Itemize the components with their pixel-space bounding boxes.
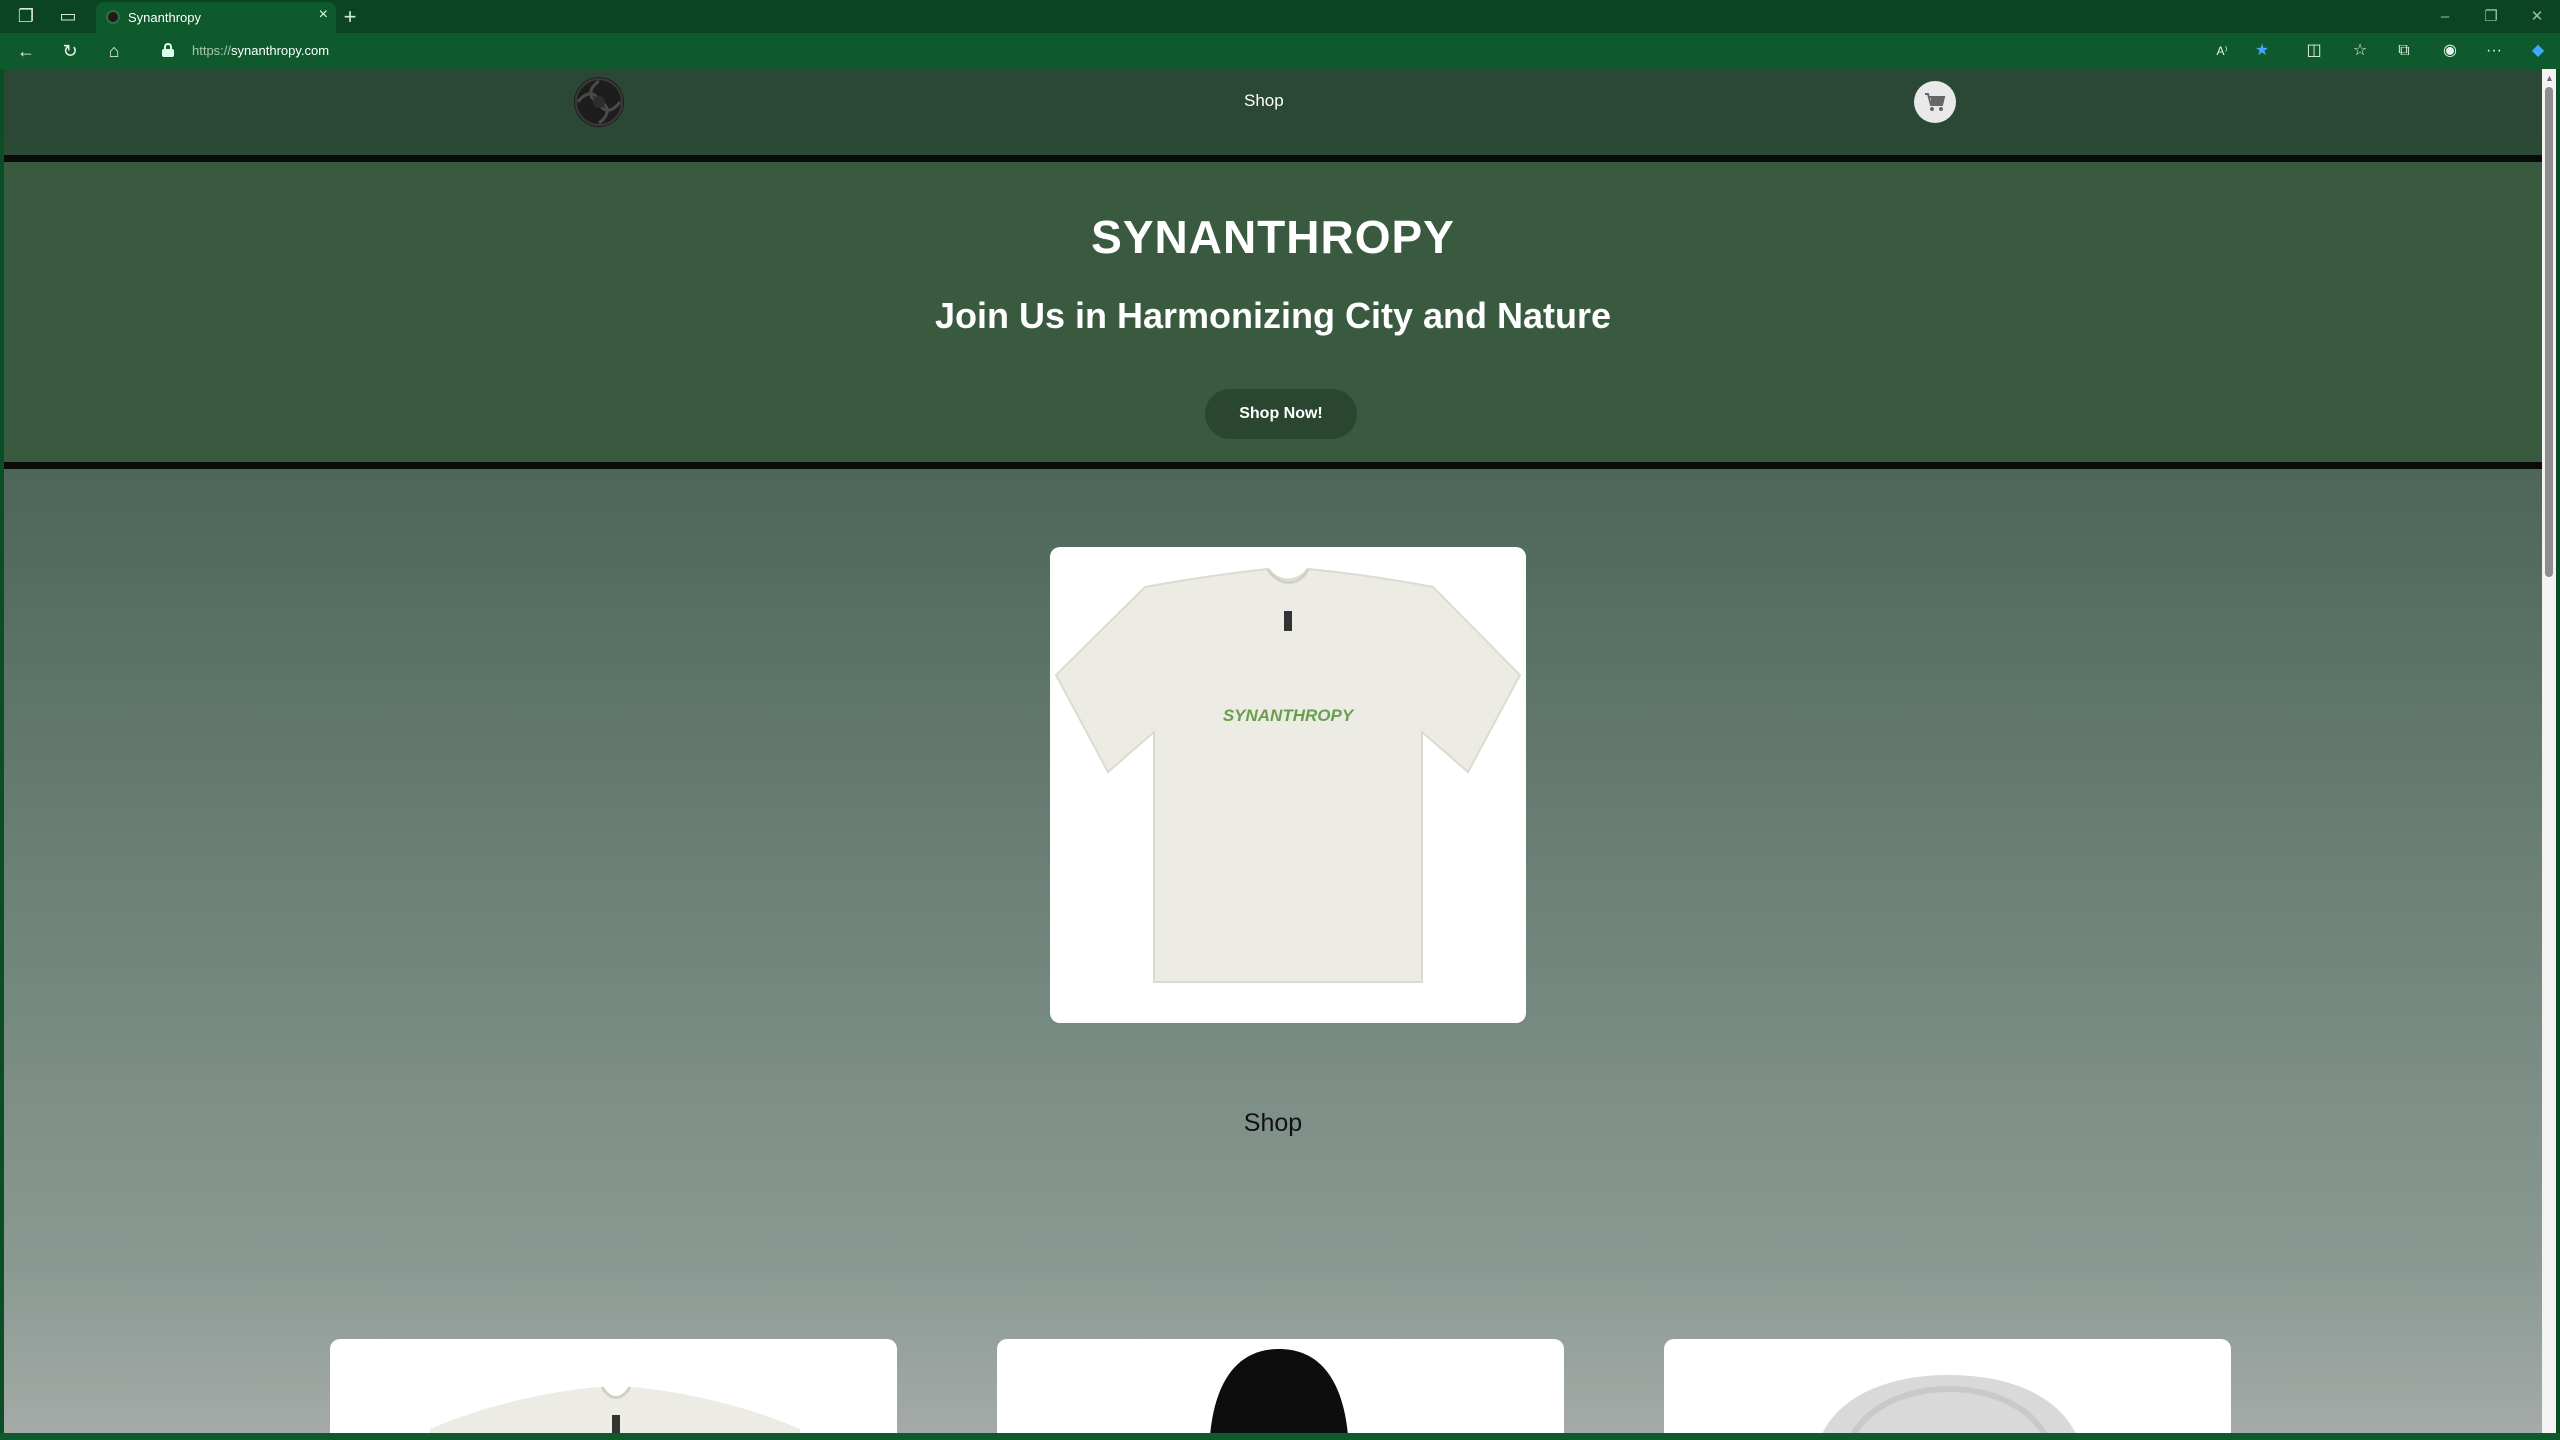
home-icon[interactable]: ⌂ — [94, 33, 134, 69]
product-card[interactable] — [1664, 1339, 2231, 1433]
product-image-beanie — [1822, 1375, 2076, 1433]
favorites-icon[interactable]: ☆ — [2340, 33, 2380, 69]
hero-banner: SYNANTHROPY Join Us in Harmonizing City … — [4, 155, 2542, 469]
hero-title: SYNANTHROPY — [1091, 211, 1455, 263]
tab-actions-icon[interactable]: ❐ — [6, 0, 46, 33]
shop-now-button[interactable]: Shop Now! — [1205, 389, 1357, 439]
shop-section-title: Shop — [1243, 1109, 1303, 1137]
product-image-hoodie — [1210, 1349, 1348, 1433]
back-icon[interactable]: ← — [6, 33, 46, 69]
product-card[interactable] — [997, 1339, 1564, 1433]
tab-list-icon[interactable]: ▭ — [48, 0, 88, 33]
close-tab-icon[interactable]: × — [319, 6, 328, 24]
split-screen-icon[interactable]: ◫ — [2294, 33, 2334, 69]
refresh-icon[interactable]: ↻ — [50, 33, 90, 69]
profile-icon[interactable]: ◉ — [2430, 33, 2470, 69]
copilot-icon[interactable]: ◆ — [2518, 33, 2558, 69]
collections-icon[interactable]: ⧉ — [2384, 33, 2424, 69]
minimize-icon[interactable]: – — [2422, 0, 2468, 33]
page-scrollbar[interactable]: ▲ — [2542, 69, 2556, 1433]
close-window-icon[interactable]: ✕ — [2514, 0, 2560, 33]
page-viewport: Shop SYNANTHROPY Join Us in Harmonizing … — [4, 69, 2542, 1433]
shirt-print-text: SYNANTHROPY — [1223, 706, 1355, 725]
tab-title: Synanthropy — [128, 10, 201, 25]
site-favicon-icon — [106, 10, 120, 24]
url-text[interactable]: https://synanthropy.com — [192, 43, 329, 58]
hero-subtitle: Join Us in Harmonizing City and Nature — [934, 295, 1612, 336]
nav-shop-link[interactable]: Shop — [1244, 91, 1284, 111]
tab-bar: ❐ ▭ Synanthropy × + – ❐ ✕ — [0, 0, 2560, 33]
scroll-up-icon[interactable]: ▲ — [2545, 73, 2554, 83]
site-logo[interactable] — [574, 77, 624, 127]
product-card[interactable] — [330, 1339, 897, 1433]
address-field[interactable]: https://synanthropy.com — [150, 37, 2200, 65]
site-header: Shop — [4, 69, 2542, 134]
more-icon[interactable]: ··· — [2474, 33, 2514, 69]
scrollbar-thumb[interactable] — [2545, 87, 2553, 577]
address-toolbar: ← ↻ ⌂ https://synanthropy.com A⁾ ★ ◫ ☆ ⧉… — [0, 33, 2560, 69]
product-image-tshirt — [430, 1386, 800, 1433]
featured-product-card[interactable]: SYNANTHROPY — [1050, 547, 1526, 1023]
new-tab-icon[interactable]: + — [330, 0, 370, 33]
restore-icon[interactable]: ❐ — [2468, 0, 2514, 33]
browser-tab[interactable]: Synanthropy × — [96, 2, 336, 33]
read-aloud-icon[interactable]: A⁾ — [2202, 33, 2242, 69]
favorite-star-icon[interactable]: ★ — [2242, 33, 2282, 69]
window-bottom-edge — [0, 1433, 2560, 1440]
lock-icon[interactable] — [162, 43, 174, 57]
tshirt-image: SYNANTHROPY — [1054, 567, 1522, 983]
cart-icon — [1925, 93, 1946, 111]
cart-button[interactable] — [1914, 81, 1956, 123]
